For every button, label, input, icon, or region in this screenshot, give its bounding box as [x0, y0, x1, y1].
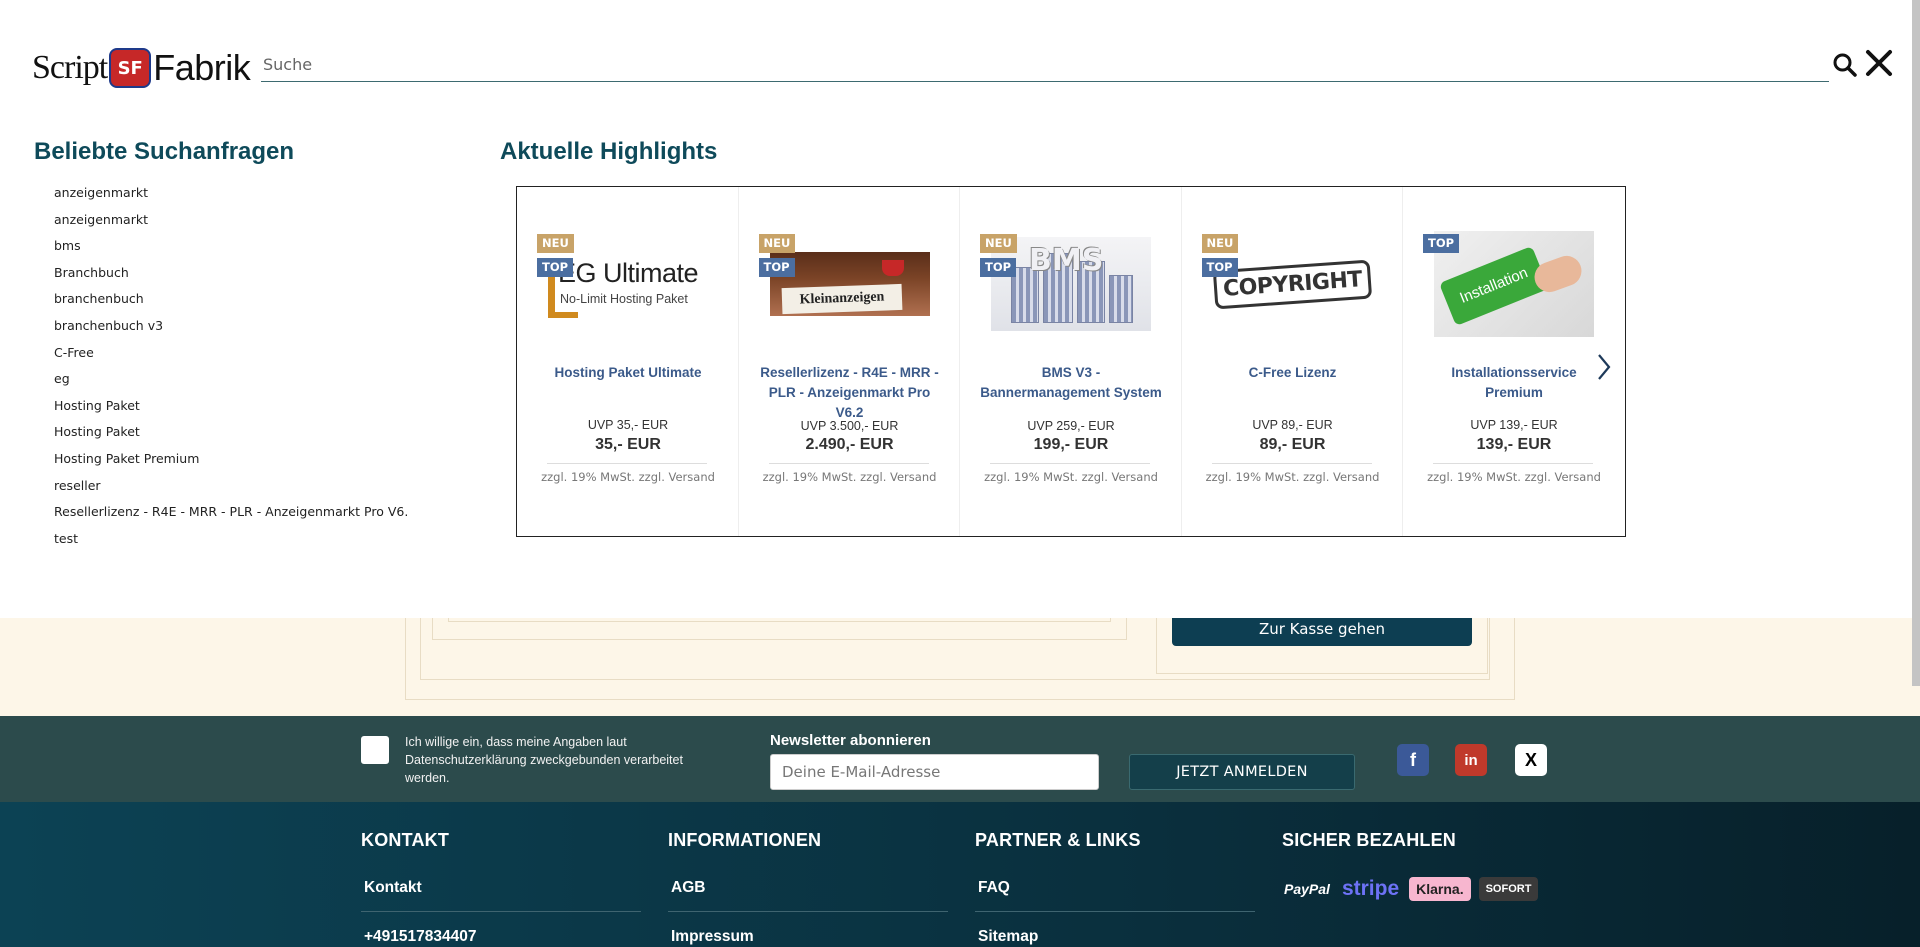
product-title[interactable]: BMS V3 - Bannermanagement System — [980, 363, 1162, 403]
badge-new: NEU — [1201, 234, 1239, 253]
logo-text-fabrik: Fabrik — [153, 47, 251, 88]
divider — [547, 463, 707, 464]
footer-link-phone[interactable]: +491517834407 — [361, 928, 641, 946]
search-overlay: Script SF Fabrik Beliebte Suchanfragen a… — [0, 0, 1920, 618]
badge-new: NEU — [758, 234, 796, 253]
sofort-icon: SOFORT — [1478, 877, 1539, 901]
product-title[interactable]: Resellerlizenz - R4E - MRR - PLR - Anzei… — [759, 363, 941, 423]
popular-search-item[interactable]: Resellerlizenz - R4E - MRR - PLR - Anzei… — [54, 501, 408, 528]
product-price: 199,- EUR — [1033, 436, 1109, 453]
footer-heading: SICHER BEZAHLEN — [1282, 830, 1457, 850]
footer-col-kontakt: KONTAKT Kontakt +491517834407 — [361, 830, 641, 946]
logo-badge-icon: SF — [109, 48, 152, 88]
klarna-icon: Klarna. — [1409, 877, 1471, 901]
product-price: 2.490,- EUR — [805, 436, 894, 453]
footer-link-faq[interactable]: FAQ — [975, 879, 1255, 912]
paypal-icon: PayPal — [1284, 881, 1330, 897]
product-card[interactable]: COPYRIGHT NEU TOP C-Free Lizenz UVP 89,-… — [1182, 187, 1403, 536]
product-uvp: UVP 89,- EUR — [1252, 418, 1333, 432]
footer-link-sitemap[interactable]: Sitemap — [975, 928, 1255, 946]
footer-heading: INFORMATIONEN — [668, 830, 822, 850]
popular-search-item[interactable]: eg — [54, 368, 408, 395]
consent-text: Ich willige ein, dass meine Angaben laut… — [405, 735, 683, 785]
footer-link-agb[interactable]: AGB — [668, 879, 948, 912]
popular-search-item[interactable]: branchenbuch v3 — [54, 315, 408, 342]
popular-search-item[interactable]: anzeigenmarkt — [54, 182, 408, 209]
logo-text-script: Script — [32, 49, 108, 86]
product-uvp: UVP 259,- EUR — [1027, 419, 1115, 433]
popular-search-item[interactable]: Hosting Paket — [54, 395, 408, 422]
popular-search-item[interactable]: branchenbuch — [54, 288, 408, 315]
divider — [768, 463, 929, 464]
footer — [0, 802, 1920, 947]
product-card[interactable]: BMS NEU TOP BMS V3 - Bannermanagement Sy… — [960, 187, 1182, 536]
popular-search-item[interactable]: anzeigenmarkt — [54, 209, 408, 236]
footer-heading: KONTAKT — [361, 830, 450, 850]
popular-search-item[interactable]: Hosting Paket Premium — [54, 448, 408, 475]
product-tax-note: zzgl. 19% MwSt. zzgl. Versand — [762, 470, 937, 484]
product-uvp: UVP 3.500,- EUR — [800, 419, 899, 433]
product-tax-note: zzgl. 19% MwSt. zzgl. Versand — [1205, 470, 1380, 484]
product-price: 139,- EUR — [1476, 436, 1552, 453]
product-card[interactable]: Kleinanzeigen NEU TOP Resellerlizenz - R… — [739, 187, 960, 536]
product-tax-note: zzgl. 19% MwSt. zzgl. Versand — [984, 470, 1158, 484]
newsletter-email-input[interactable] — [770, 754, 1099, 790]
badge-top: TOP — [1423, 234, 1460, 253]
footer-link-impressum[interactable]: Impressum — [668, 928, 948, 946]
linkedin-icon[interactable]: in — [1455, 744, 1487, 776]
popular-search-item[interactable]: Branchbuch — [54, 262, 408, 289]
divider — [1433, 463, 1593, 464]
popular-search-item[interactable]: bms — [54, 235, 408, 262]
product-card[interactable]: EG Ultimate No-Limit Hosting Paket NEU T… — [517, 187, 739, 536]
footer-heading: PARTNER & LINKS — [975, 830, 1141, 850]
product-tax-note: zzgl. 19% MwSt. zzgl. Versand — [1427, 470, 1601, 484]
product-uvp: UVP 139,- EUR — [1470, 418, 1558, 432]
footer-col-partner: PARTNER & LINKS FAQ Sitemap — [975, 830, 1255, 946]
product-price: 89,- EUR — [1259, 436, 1326, 453]
newsletter-submit-button[interactable]: JETZT ANMELDEN — [1129, 754, 1355, 790]
newsletter-title: Newsletter abonnieren — [770, 732, 931, 749]
badge-top: TOP — [537, 258, 574, 277]
consent-checkbox[interactable] — [361, 736, 389, 764]
popular-search-item[interactable]: Hosting Paket — [54, 421, 408, 448]
badge-top: TOP — [980, 258, 1017, 277]
highlights-carousel: EG Ultimate No-Limit Hosting Paket NEU T… — [516, 186, 1626, 537]
facebook-icon[interactable]: f — [1397, 744, 1429, 776]
close-icon[interactable] — [1864, 48, 1894, 78]
divider — [990, 463, 1150, 464]
product-title[interactable]: Installationsservice Premium — [1423, 363, 1605, 403]
divider — [1211, 463, 1372, 464]
popular-search-item[interactable]: C-Free — [54, 342, 408, 369]
logo[interactable]: Script SF Fabrik — [32, 45, 251, 91]
product-title[interactable]: C-Free Lizenz — [1202, 363, 1384, 383]
product-price: 35,- EUR — [595, 436, 661, 453]
search-input[interactable] — [261, 48, 1829, 82]
popular-searches-list: anzeigenmarkt anzeigenmarkt bms Branchbu… — [54, 182, 408, 554]
search-icon[interactable] — [1832, 52, 1858, 78]
footer-col-pay: SICHER BEZAHLEN PayPal stripe Klarna. SO… — [1282, 830, 1562, 901]
product-card[interactable]: Installation TOP Installationsservice Pr… — [1403, 187, 1625, 536]
scrollbar[interactable] — [1912, 0, 1920, 686]
footer-col-info: INFORMATIONEN AGB Impressum — [668, 830, 948, 946]
badge-top: TOP — [1201, 258, 1238, 277]
chevron-right-icon[interactable] — [1593, 347, 1615, 387]
popular-search-item[interactable]: test — [54, 528, 408, 555]
product-title[interactable]: Hosting Paket Ultimate — [537, 363, 719, 383]
payment-methods: PayPal stripe Klarna. SOFORT — [1282, 877, 1562, 901]
product-uvp: UVP 35,- EUR — [587, 418, 669, 432]
x-twitter-icon[interactable]: X — [1515, 744, 1547, 776]
badge-new: NEU — [980, 234, 1017, 253]
footer-link-kontakt[interactable]: Kontakt — [361, 879, 641, 912]
popular-searches-title: Beliebte Suchanfragen — [34, 138, 295, 165]
popular-search-item[interactable]: reseller — [54, 475, 408, 502]
product-tax-note: zzgl. 19% MwSt. zzgl. Versand — [541, 470, 715, 484]
highlights-title: Aktuelle Highlights — [500, 138, 718, 165]
badge-new: NEU — [537, 234, 574, 253]
badge-top: TOP — [758, 258, 795, 277]
stripe-icon: stripe — [1341, 877, 1400, 900]
